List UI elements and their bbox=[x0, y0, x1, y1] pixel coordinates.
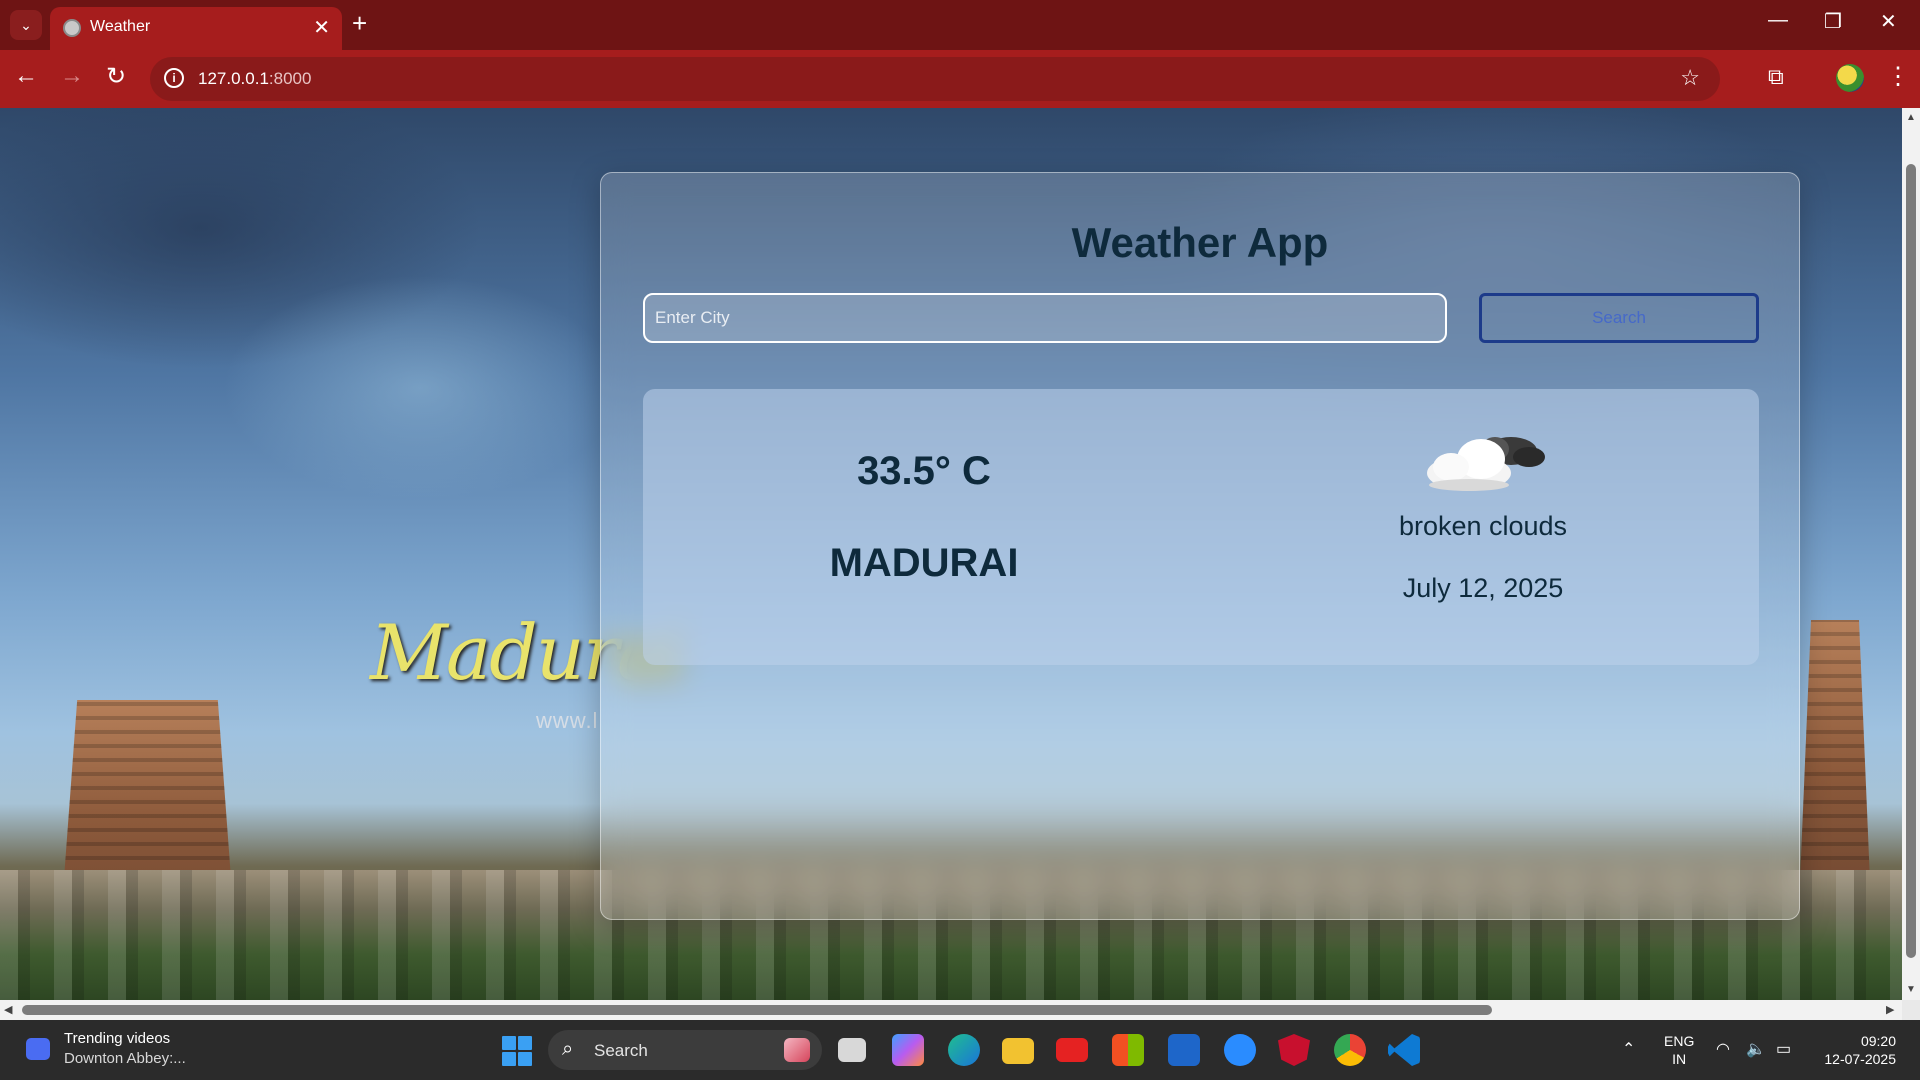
background-url-text: www.l bbox=[536, 708, 599, 733]
system-clock[interactable]: 09:20 12-07-2025 bbox=[1816, 1032, 1896, 1068]
vscode-icon[interactable] bbox=[1388, 1034, 1420, 1066]
horizontal-scrollbar[interactable]: ◀ ▶ bbox=[0, 1000, 1902, 1020]
clock-time: 09:20 bbox=[1860, 1033, 1896, 1049]
page-title: Weather App bbox=[1071, 219, 1329, 266]
weather-card: Weather App Search 33.5° C MADURAI broke… bbox=[600, 172, 1800, 920]
browser-tabstrip: ⌄ Weather ✕ + — ❐ ✕ bbox=[0, 0, 1920, 50]
menu-kebab-icon[interactable]: ⋮ bbox=[1886, 62, 1910, 91]
address-bar[interactable]: i 127.0.0.1:8000 ☆ bbox=[150, 57, 1720, 101]
widget-title[interactable]: Trending videos bbox=[64, 1030, 170, 1047]
tab-search-button[interactable]: ⌄ bbox=[10, 10, 42, 40]
broken-clouds-icon bbox=[1427, 437, 1545, 491]
taskbar: Trending videos Downton Abbey:... ⌕ Sear… bbox=[0, 1020, 1920, 1080]
file-explorer-icon[interactable] bbox=[1002, 1038, 1034, 1064]
search-highlight-icon bbox=[784, 1038, 810, 1062]
bookmark-star-icon[interactable]: ☆ bbox=[1680, 65, 1700, 91]
site-info-icon[interactable]: i bbox=[164, 68, 184, 88]
extensions-icon[interactable]: ⧉ bbox=[1768, 64, 1784, 90]
forward-icon[interactable]: → bbox=[60, 62, 84, 90]
chrome-icon[interactable] bbox=[1334, 1034, 1366, 1066]
scroll-up-icon[interactable]: ▲ bbox=[1906, 112, 1916, 123]
volume-icon[interactable]: 🔈 bbox=[1746, 1039, 1766, 1059]
youtube-icon[interactable] bbox=[1056, 1038, 1088, 1062]
tab-title: Weather bbox=[90, 18, 151, 35]
mcafee-icon[interactable] bbox=[1278, 1034, 1310, 1066]
vertical-scrollbar[interactable]: ▲ ▼ bbox=[1902, 108, 1920, 1000]
region-code: IN bbox=[1672, 1051, 1687, 1067]
weather-date: July 12, 2025 bbox=[1402, 573, 1564, 603]
search-button[interactable]: Search bbox=[1479, 293, 1759, 343]
start-button[interactable] bbox=[502, 1036, 532, 1066]
restore-icon[interactable]: ❐ bbox=[1824, 9, 1842, 34]
search-icon: ⌕ bbox=[562, 1038, 574, 1060]
scroll-right-icon[interactable]: ▶ bbox=[1886, 1003, 1894, 1016]
vertical-scroll-thumb[interactable] bbox=[1906, 164, 1916, 958]
language-indicator[interactable]: ENG IN bbox=[1664, 1032, 1694, 1068]
new-tab-button[interactable]: + bbox=[352, 8, 367, 39]
myhp-icon[interactable] bbox=[1168, 1034, 1200, 1066]
clock-date: 12-07-2025 bbox=[1824, 1051, 1896, 1067]
weather-description: broken clouds bbox=[1398, 511, 1568, 541]
browser-toolbar: ← → ↻ i 127.0.0.1:8000 ☆ ⧉ ⋮ bbox=[0, 50, 1920, 108]
profile-avatar[interactable] bbox=[1836, 64, 1864, 92]
battery-icon[interactable]: ▭ bbox=[1776, 1039, 1791, 1059]
widgets-icon[interactable] bbox=[26, 1038, 50, 1060]
scrollbar-corner bbox=[1902, 1000, 1920, 1020]
task-view-icon[interactable] bbox=[838, 1038, 866, 1062]
back-icon[interactable]: ← bbox=[14, 62, 38, 90]
url-text: 127.0.0.1:8000 bbox=[198, 69, 312, 88]
temperature-value: 33.5° C bbox=[857, 449, 991, 493]
close-tab-icon[interactable]: ✕ bbox=[313, 15, 330, 40]
scroll-down-icon[interactable]: ▼ bbox=[1906, 984, 1916, 995]
close-window-icon[interactable]: ✕ bbox=[1880, 9, 1897, 34]
city-input[interactable] bbox=[643, 293, 1447, 343]
edge-icon[interactable] bbox=[948, 1034, 980, 1066]
show-hidden-icons[interactable]: ⌃ bbox=[1622, 1039, 1635, 1059]
copilot-icon[interactable] bbox=[892, 1034, 924, 1066]
language-code: ENG bbox=[1664, 1033, 1695, 1049]
widget-subtitle[interactable]: Downton Abbey:... bbox=[64, 1050, 186, 1067]
weather-result-panel: 33.5° C MADURAI broken clouds July 12, 2… bbox=[643, 389, 1759, 665]
page-viewport: Madurai www.l Weather App Search 33.5° C… bbox=[0, 108, 1902, 1000]
wifi-icon[interactable]: ◠ bbox=[1716, 1039, 1730, 1059]
reload-icon[interactable]: ↻ bbox=[106, 62, 126, 91]
browser-tab[interactable]: Weather ✕ bbox=[50, 7, 342, 50]
globe-icon bbox=[63, 19, 81, 37]
minimize-icon[interactable]: — bbox=[1768, 9, 1788, 32]
taskbar-search[interactable]: ⌕ Search bbox=[548, 1030, 822, 1070]
store-icon[interactable] bbox=[1112, 1034, 1144, 1066]
scroll-left-icon[interactable]: ◀ bbox=[4, 1003, 12, 1016]
city-name: MADURAI bbox=[829, 541, 1019, 585]
horizontal-scroll-thumb[interactable] bbox=[22, 1005, 1492, 1015]
taskbar-search-label: Search bbox=[594, 1041, 648, 1060]
help-icon[interactable] bbox=[1224, 1034, 1256, 1066]
